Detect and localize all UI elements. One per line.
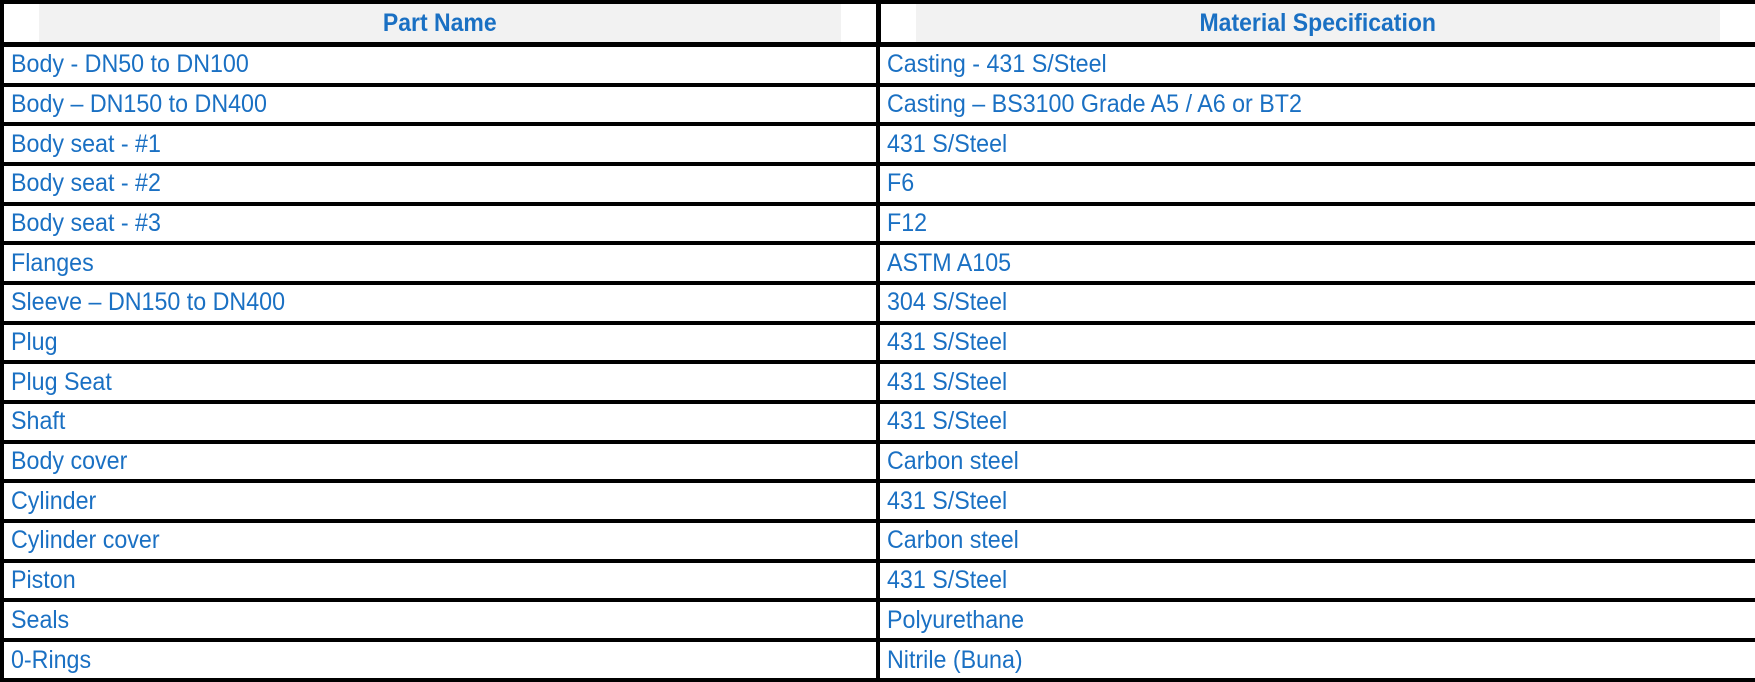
cell-material-specification: Polyurethane [878, 600, 1755, 643]
table-row: 0-Rings Nitrile (Buna) [2, 640, 1755, 680]
table-row: Body seat - #2 F6 [2, 164, 1755, 206]
table-header-row: Part Name Material Specification [2, 2, 1755, 47]
cell-part-name: Flanges [2, 243, 880, 286]
column-header-material-specification-label: Material Specification [1199, 9, 1436, 37]
cell-part-name-text: Flanges [11, 248, 94, 277]
cell-material-specification: 431 S/Steel [878, 322, 1755, 365]
cell-part-name-text: Piston [11, 566, 76, 595]
cell-material-specification-text: 431 S/Steel [887, 328, 1008, 357]
cell-part-name: Body seat - #1 [2, 124, 880, 167]
table-row: Piston 431 S/Steel [2, 560, 1755, 603]
table-row: Cylinder 431 S/Steel [2, 481, 1755, 524]
cell-part-name-text: Cylinder cover [11, 526, 160, 555]
table-header: Part Name Material Specification [2, 2, 1755, 47]
cell-part-name: Body cover [2, 441, 880, 484]
cell-part-name-text: Sleeve – DN150 to DN400 [11, 288, 286, 317]
cell-material-specification: 304 S/Steel [878, 283, 1755, 325]
cell-material-specification-text: 431 S/Steel [887, 129, 1008, 158]
table-row: Body - DN50 to DN100 Casting - 431 S/Stee… [2, 44, 1755, 87]
cell-part-name: Plug [2, 322, 880, 365]
cell-material-specification-text: ASTM A105 [887, 248, 1012, 277]
cell-part-name: Sleeve – DN150 to DN400 [2, 283, 880, 325]
cell-part-name-text: Plug [11, 328, 58, 357]
cell-material-specification: Carbon steel [878, 441, 1755, 484]
cell-part-name-text: Body cover [11, 447, 128, 476]
cell-part-name: Body seat - #3 [2, 203, 880, 246]
cell-material-specification: Nitrile (Buna) [878, 640, 1755, 680]
table-row: Seals Polyurethane [2, 600, 1755, 643]
cell-material-specification-text: Nitrile (Buna) [887, 645, 1023, 674]
cell-part-name-text: Seals [11, 605, 70, 634]
cell-part-name: 0-Rings [2, 640, 880, 680]
cell-material-specification-text: Carbon steel [887, 447, 1019, 476]
cell-material-specification: F12 [878, 203, 1755, 246]
cell-material-specification: Casting – BS3100 Grade A5 / A6 or BT2 [878, 84, 1755, 127]
cell-material-specification-text: 431 S/Steel [887, 367, 1008, 396]
cell-material-specification: 431 S/Steel [878, 402, 1755, 444]
cell-material-specification-text: 304 S/Steel [887, 288, 1008, 317]
cell-part-name-text: Body seat - #3 [11, 209, 161, 238]
column-header-part-name: Part Name [37, 2, 846, 47]
cell-material-specification: 431 S/Steel [878, 481, 1755, 524]
cell-part-name: Cylinder [2, 481, 880, 524]
cell-material-specification-text: Casting – BS3100 Grade A5 / A6 or BT2 [887, 90, 1302, 119]
table-row: Body – DN150 to DN400 Casting – BS3100 Gr… [2, 84, 1755, 127]
table-row: Plug Seat 431 S/Steel [2, 362, 1755, 405]
cell-part-name: Body – DN150 to DN400 [2, 84, 880, 127]
cell-part-name-text: Cylinder [11, 486, 97, 515]
column-header-part-name-label: Part Name [382, 9, 497, 37]
cell-material-specification: F6 [878, 164, 1755, 206]
cell-part-name-text: Body – DN150 to DN400 [11, 90, 267, 119]
cell-material-specification-text: 431 S/Steel [887, 566, 1008, 595]
table-row: Plug 431 S/Steel [2, 322, 1755, 365]
cell-part-name-text: Shaft [11, 407, 66, 436]
table-row: Cylinder cover Carbon steel [2, 521, 1755, 563]
cell-part-name-text: Plug Seat [11, 367, 112, 396]
cell-material-specification-text: Carbon steel [887, 526, 1019, 555]
cell-material-specification-text: 431 S/Steel [887, 486, 1008, 515]
cell-part-name: Shaft [2, 402, 880, 444]
cell-part-name-text: Body seat - #1 [11, 129, 161, 158]
table-row: Flanges ASTM A105 [2, 243, 1755, 286]
cell-material-specification-text: Casting - 431 S/Steel [887, 50, 1107, 79]
cell-material-specification: Carbon steel [878, 521, 1755, 563]
cell-part-name: Body - DN50 to DN100 [2, 44, 880, 87]
cell-material-specification: 431 S/Steel [878, 124, 1755, 167]
cell-material-specification: ASTM A105 [878, 243, 1755, 286]
table-row: Shaft 431 S/Steel [2, 402, 1755, 444]
table-row: Body seat - #3 F12 [2, 203, 1755, 246]
cell-part-name: Piston [2, 560, 880, 603]
cell-material-specification: Casting - 431 S/Steel [878, 44, 1755, 87]
cell-part-name: Plug Seat [2, 362, 880, 405]
cell-part-name-text: 0-Rings [11, 645, 92, 674]
material-specification-table: Part Name Material Specification Body - … [0, 0, 1755, 682]
table-row: Body cover Carbon steel [2, 441, 1755, 484]
cell-material-specification-text: F12 [887, 209, 928, 238]
cell-material-specification: 431 S/Steel [878, 362, 1755, 405]
cell-part-name-text: Body seat - #2 [11, 169, 161, 198]
cell-part-name-text: Body - DN50 to DN100 [11, 50, 249, 79]
cell-part-name: Body seat - #2 [2, 164, 880, 206]
cell-material-specification: 431 S/Steel [878, 560, 1755, 603]
column-header-material-specification: Material Specification [913, 2, 1722, 47]
cell-part-name: Seals [2, 600, 880, 643]
table-row: Body seat - #1 431 S/Steel [2, 124, 1755, 167]
cell-material-specification-text: 431 S/Steel [887, 407, 1008, 436]
cell-part-name: Cylinder cover [2, 521, 880, 563]
cell-material-specification-text: Polyurethane [887, 605, 1025, 634]
cell-material-specification-text: F6 [887, 169, 915, 198]
table-row: Sleeve – DN150 to DN400 304 S/Steel [2, 283, 1755, 325]
table-body: Body - DN50 to DN100 Casting - 431 S/Stee… [2, 44, 1755, 680]
